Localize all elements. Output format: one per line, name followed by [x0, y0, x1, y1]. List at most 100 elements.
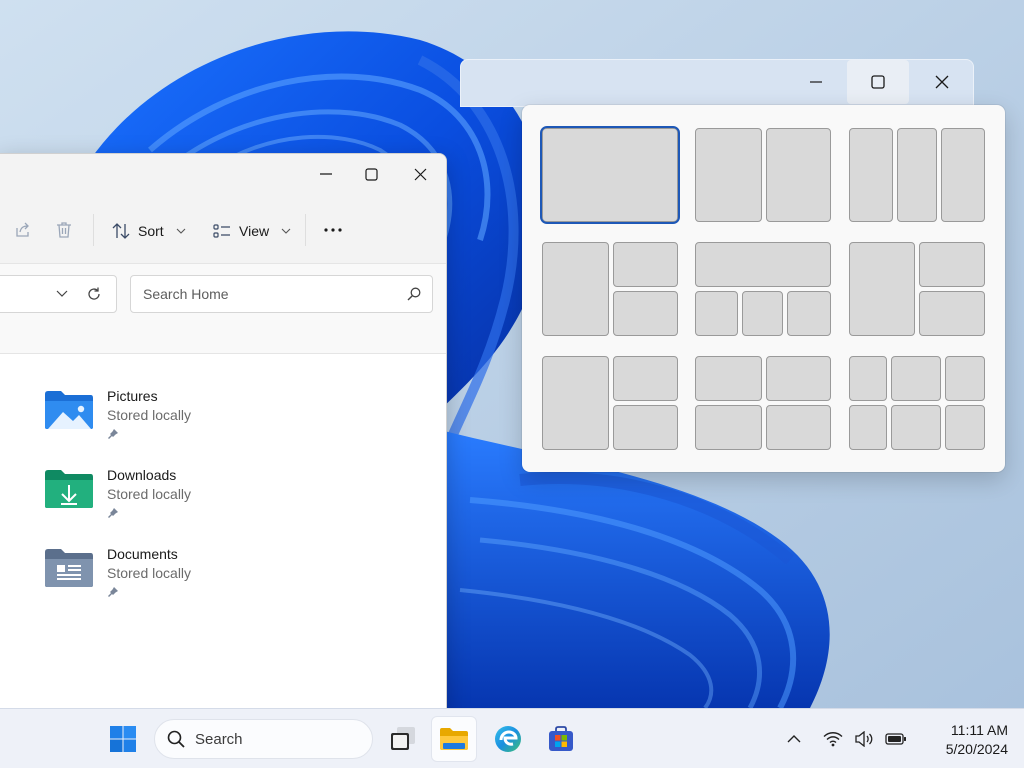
- taskbar: Search 11:11 AM 5/20/2024: [0, 708, 1024, 768]
- list-item-pictures[interactable]: Pictures Stored locally: [43, 388, 403, 450]
- snap-zone[interactable]: [695, 356, 762, 401]
- battery-icon: [885, 733, 906, 745]
- snap-zone[interactable]: [613, 405, 678, 450]
- edge-icon: [495, 726, 521, 752]
- snap-layouts-flyout: [522, 105, 1005, 472]
- snap-zone[interactable]: [695, 242, 831, 287]
- explorer-maximize-button[interactable]: [348, 158, 394, 190]
- snap-zone[interactable]: [695, 291, 738, 336]
- minimize-icon: [320, 173, 332, 175]
- toolbar-divider: [93, 214, 94, 246]
- delete-button[interactable]: [54, 220, 74, 240]
- speaker-icon: [855, 731, 873, 747]
- maximize-icon: [871, 75, 885, 89]
- snap-zone[interactable]: [742, 291, 783, 336]
- snap-zone[interactable]: [787, 291, 831, 336]
- snap-layout-full[interactable]: [540, 126, 680, 224]
- explorer-content: Pictures Stored locally Downloads Stored…: [0, 354, 446, 712]
- start-icon: [110, 726, 136, 752]
- pin-icon: [108, 429, 118, 439]
- refresh-icon[interactable]: [86, 286, 102, 302]
- task-view-icon: [391, 727, 415, 750]
- view-button[interactable]: View: [213, 218, 291, 244]
- search-input[interactable]: Search Home: [130, 275, 433, 313]
- snap-layout-half-and-quarters-2[interactable]: [542, 356, 678, 450]
- snap-zone[interactable]: [849, 356, 887, 401]
- battery-button[interactable]: [884, 727, 908, 751]
- close-icon: [414, 168, 426, 180]
- folder-status: Stored locally: [107, 565, 192, 581]
- chevron-up-icon: [787, 735, 801, 743]
- explorer-close-button[interactable]: [397, 158, 443, 190]
- snap-zone[interactable]: [945, 405, 985, 450]
- chevron-down-icon: [281, 228, 291, 234]
- pictures-folder-icon: [45, 391, 93, 429]
- edge-button[interactable]: [485, 716, 531, 762]
- search-icon: [167, 730, 185, 748]
- close-icon: [935, 75, 949, 89]
- wifi-icon: [823, 732, 843, 747]
- address-bar[interactable]: [0, 275, 117, 313]
- ellipsis-icon: [324, 228, 342, 232]
- snap-zone[interactable]: [613, 356, 678, 401]
- minimize-button[interactable]: [785, 60, 847, 104]
- trash-icon: [57, 222, 71, 238]
- minimize-icon: [810, 81, 822, 83]
- snap-zone[interactable]: [542, 128, 678, 222]
- pin-icon: [108, 587, 118, 597]
- snap-layout-half-and-quarters[interactable]: [542, 242, 678, 336]
- snap-layout-three-columns[interactable]: [849, 128, 985, 222]
- sort-label: Sort: [138, 223, 164, 239]
- snap-zone[interactable]: [542, 356, 609, 450]
- snap-zone[interactable]: [542, 242, 609, 336]
- chevron-down-icon: [56, 290, 68, 297]
- snap-zone[interactable]: [849, 242, 915, 336]
- store-button[interactable]: [538, 716, 584, 762]
- sort-icon: [112, 223, 130, 239]
- explorer-minimize-button[interactable]: [303, 158, 349, 190]
- folder-status: Stored locally: [107, 486, 192, 502]
- share-button[interactable]: [13, 220, 33, 240]
- snap-zone[interactable]: [695, 128, 762, 222]
- downloads-folder-icon: [45, 470, 93, 508]
- snap-zone[interactable]: [613, 291, 678, 336]
- snap-zone[interactable]: [695, 405, 762, 450]
- snap-zone[interactable]: [897, 128, 937, 222]
- toolbar-divider: [305, 214, 306, 246]
- snap-zone[interactable]: [919, 291, 985, 336]
- snap-layout-two-halves[interactable]: [695, 128, 831, 222]
- close-button[interactable]: [911, 60, 973, 104]
- snap-zone[interactable]: [919, 242, 985, 287]
- snap-layout-six-grid[interactable]: [849, 356, 985, 450]
- snap-zone[interactable]: [849, 405, 887, 450]
- system-clock[interactable]: 11:11 AM 5/20/2024: [924, 721, 1008, 759]
- list-item-documents[interactable]: Documents Stored locally: [43, 546, 403, 608]
- snap-zone[interactable]: [766, 128, 831, 222]
- list-item-downloads[interactable]: Downloads Stored locally: [43, 467, 403, 529]
- snap-zone[interactable]: [849, 128, 893, 222]
- snap-layout-top-and-three[interactable]: [695, 242, 831, 336]
- task-view-button[interactable]: [380, 716, 426, 762]
- snap-layout-half-and-quarters-alt[interactable]: [849, 242, 985, 336]
- search-icon: [396, 287, 432, 301]
- sort-button[interactable]: Sort: [112, 218, 186, 244]
- snap-zone[interactable]: [891, 356, 941, 401]
- folder-name: Documents: [107, 546, 178, 562]
- network-button[interactable]: [821, 727, 845, 751]
- maximize-button[interactable]: [847, 60, 909, 104]
- pin-icon: [108, 508, 118, 518]
- snap-zone[interactable]: [941, 128, 985, 222]
- snap-zone[interactable]: [766, 356, 831, 401]
- snap-zone[interactable]: [891, 405, 941, 450]
- file-explorer-icon: [440, 728, 468, 750]
- start-button[interactable]: [100, 716, 146, 762]
- volume-button[interactable]: [852, 727, 876, 751]
- more-options-button[interactable]: [321, 220, 345, 240]
- snap-layout-four-quarters[interactable]: [695, 356, 831, 450]
- show-hidden-icons-button[interactable]: [782, 727, 806, 751]
- snap-zone[interactable]: [945, 356, 985, 401]
- taskbar-search[interactable]: Search: [154, 719, 373, 759]
- file-explorer-taskbar-button[interactable]: [431, 716, 477, 762]
- snap-zone[interactable]: [766, 405, 831, 450]
- snap-zone[interactable]: [613, 242, 678, 287]
